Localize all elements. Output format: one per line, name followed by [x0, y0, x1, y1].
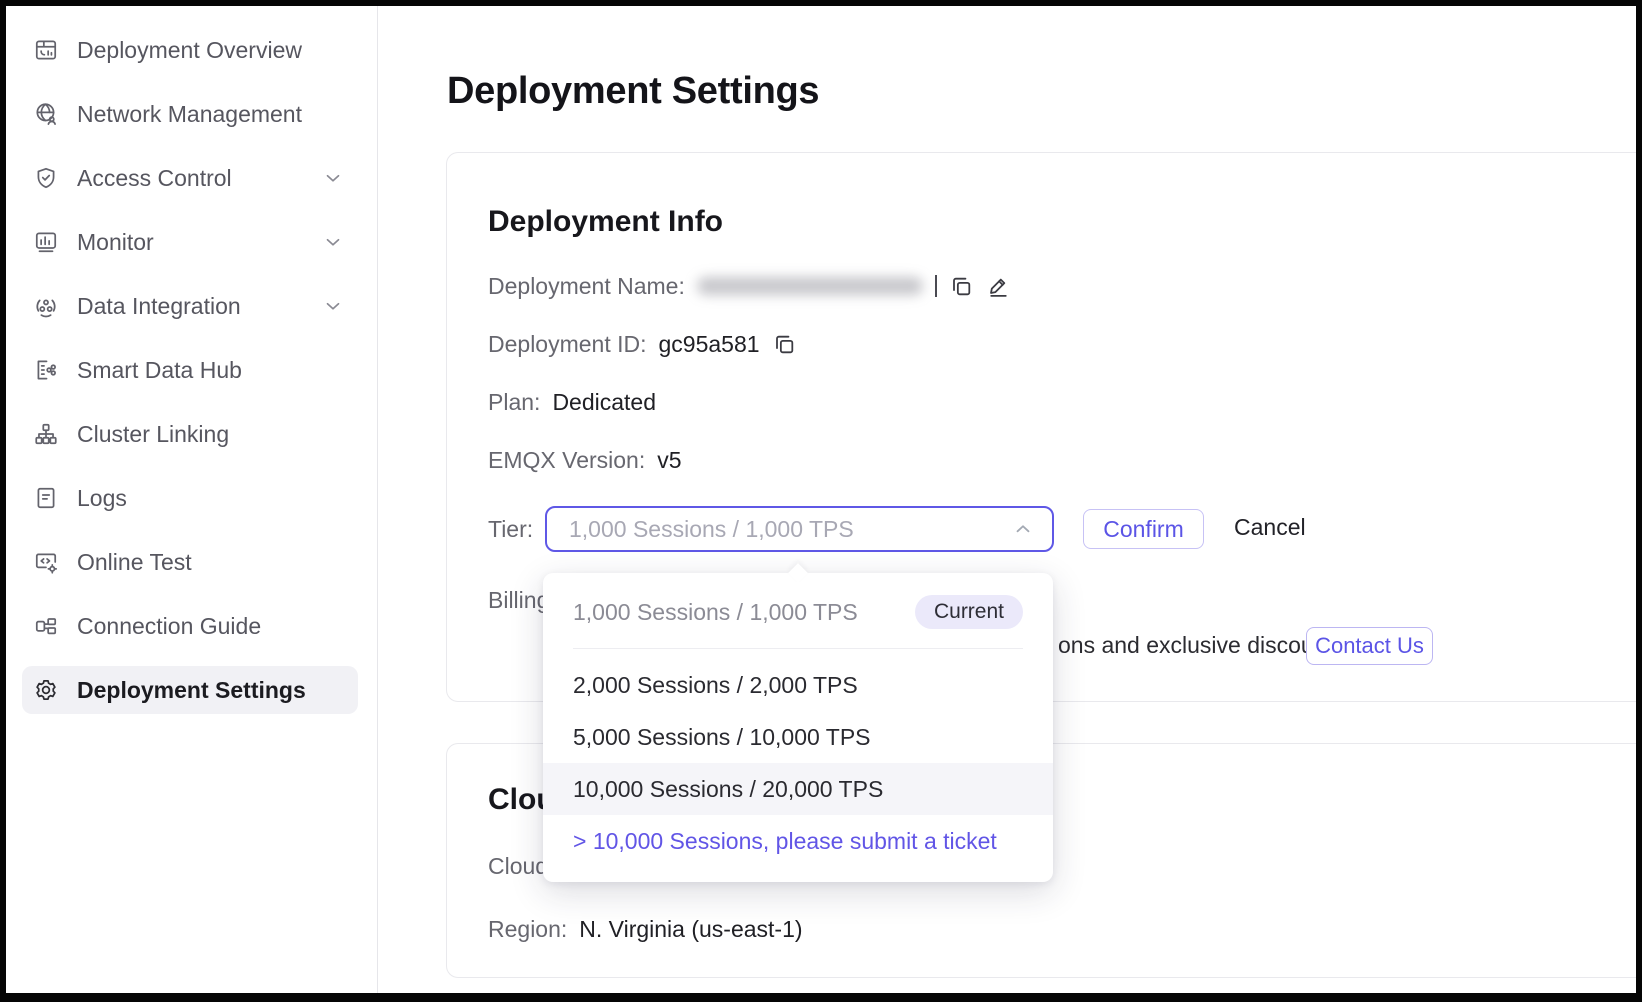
sidebar-item-label: Logs — [77, 485, 127, 512]
tier-label: Tier: — [488, 514, 533, 544]
sidebar-item-label: Cluster Linking — [77, 421, 229, 448]
sidebar-item-deployment-settings[interactable]: Deployment Settings — [22, 666, 358, 714]
separator-bar — [935, 275, 937, 297]
plan-label: Plan: — [488, 387, 540, 417]
deployment-name-row: Deployment Name: — [488, 271, 1011, 301]
contact-us-button[interactable]: Contact Us — [1306, 627, 1433, 665]
region-value: N. Virginia (us-east-1) — [579, 914, 802, 944]
edit-icon[interactable] — [986, 274, 1011, 299]
region-row: Region: N. Virginia (us-east-1) — [488, 914, 803, 944]
screenshot-frame: Deployment Overview Network Management A… — [0, 0, 1642, 1002]
dropdown-divider — [573, 648, 1023, 649]
billing-row: Billing — [488, 585, 549, 615]
tier-option-label: 2,000 Sessions / 2,000 TPS — [573, 672, 858, 699]
deployment-id-value: gc95a581 — [659, 329, 760, 359]
sidebar-item-label: Data Integration — [77, 293, 241, 320]
data-integration-icon — [33, 293, 59, 319]
sidebar-item-label: Monitor — [77, 229, 154, 256]
emqx-version-label: EMQX Version: — [488, 445, 645, 475]
online-test-icon — [33, 549, 59, 575]
gear-icon — [33, 677, 59, 703]
cloud-row: Cloud — [488, 851, 548, 881]
region-label: Region: — [488, 914, 567, 944]
tier-option-label: > 10,000 Sessions, please submit a ticke… — [573, 828, 997, 855]
deployment-id-row: Deployment ID: gc95a581 — [488, 329, 797, 359]
app-window: Deployment Overview Network Management A… — [6, 6, 1636, 993]
sidebar-item-label: Network Management — [77, 101, 302, 128]
monitor-icon — [33, 229, 59, 255]
tier-row-label: Tier: — [488, 514, 533, 544]
sidebar: Deployment Overview Network Management A… — [6, 6, 378, 993]
sidebar-item-smart-data-hub[interactable]: Smart Data Hub — [22, 346, 358, 394]
tier-select[interactable]: 1,000 Sessions / 1,000 TPS — [545, 506, 1054, 552]
sidebar-item-label: Online Test — [77, 549, 192, 576]
chevron-down-icon — [322, 167, 344, 189]
connection-guide-icon — [33, 613, 59, 639]
sidebar-item-label: Deployment Overview — [77, 37, 302, 64]
deployment-id-label: Deployment ID: — [488, 329, 647, 359]
confirm-button[interactable]: Confirm — [1083, 509, 1204, 549]
cloud-label: Cloud — [488, 851, 548, 881]
network-management-icon — [33, 101, 59, 127]
sidebar-item-network-management[interactable]: Network Management — [22, 90, 358, 138]
sidebar-item-cluster-linking[interactable]: Cluster Linking — [22, 410, 358, 458]
emqx-version-row: EMQX Version: v5 — [488, 445, 682, 475]
tier-option-label: 1,000 Sessions / 1,000 TPS — [573, 599, 858, 626]
chevron-down-icon — [322, 231, 344, 253]
current-badge: Current — [915, 595, 1023, 629]
access-control-icon — [33, 165, 59, 191]
chevron-up-icon — [1012, 518, 1034, 540]
card-heading: Deployment Info — [488, 205, 723, 239]
sidebar-item-data-integration[interactable]: Data Integration — [22, 282, 358, 330]
tier-option-label: 5,000 Sessions / 10,000 TPS — [573, 724, 871, 751]
deployment-name-label: Deployment Name: — [488, 271, 685, 301]
deployment-name-redacted — [697, 277, 923, 295]
sidebar-item-label: Smart Data Hub — [77, 357, 242, 384]
plan-row: Plan: Dedicated — [488, 387, 656, 417]
copy-icon[interactable] — [949, 274, 974, 299]
tier-option-current[interactable]: 1,000 Sessions / 1,000 TPS Current — [543, 586, 1053, 638]
sidebar-item-label: Connection Guide — [77, 613, 261, 640]
page-title: Deployment Settings — [447, 70, 819, 113]
deployment-overview-icon — [33, 37, 59, 63]
billing-label: Billing — [488, 585, 549, 615]
sidebar-item-deployment-overview[interactable]: Deployment Overview — [22, 26, 358, 74]
sidebar-item-label: Deployment Settings — [77, 677, 306, 704]
cluster-linking-icon — [33, 421, 59, 447]
emqx-version-value: v5 — [657, 445, 681, 475]
sidebar-item-monitor[interactable]: Monitor — [22, 218, 358, 266]
smart-data-hub-icon — [33, 357, 59, 383]
sidebar-item-label: Access Control — [77, 165, 232, 192]
sidebar-item-online-test[interactable]: Online Test — [22, 538, 358, 586]
tier-option-submit-ticket-link[interactable]: > 10,000 Sessions, please submit a ticke… — [543, 815, 1053, 867]
sidebar-item-access-control[interactable]: Access Control — [22, 154, 358, 202]
logs-icon — [33, 485, 59, 511]
sidebar-item-connection-guide[interactable]: Connection Guide — [22, 602, 358, 650]
cancel-button[interactable]: Cancel — [1234, 514, 1306, 541]
sidebar-item-logs[interactable]: Logs — [22, 474, 358, 522]
copy-icon[interactable] — [772, 332, 797, 357]
tier-dropdown: 1,000 Sessions / 1,000 TPS Current 2,000… — [543, 573, 1053, 882]
tier-select-value: 1,000 Sessions / 1,000 TPS — [569, 516, 854, 543]
plan-value: Dedicated — [552, 387, 656, 417]
tier-option-hovered[interactable]: 10,000 Sessions / 20,000 TPS — [543, 763, 1053, 815]
chevron-down-icon — [322, 295, 344, 317]
tier-option-label: 10,000 Sessions / 20,000 TPS — [573, 776, 883, 803]
tier-option[interactable]: 2,000 Sessions / 2,000 TPS — [543, 659, 1053, 711]
tier-option[interactable]: 5,000 Sessions / 10,000 TPS — [543, 711, 1053, 763]
